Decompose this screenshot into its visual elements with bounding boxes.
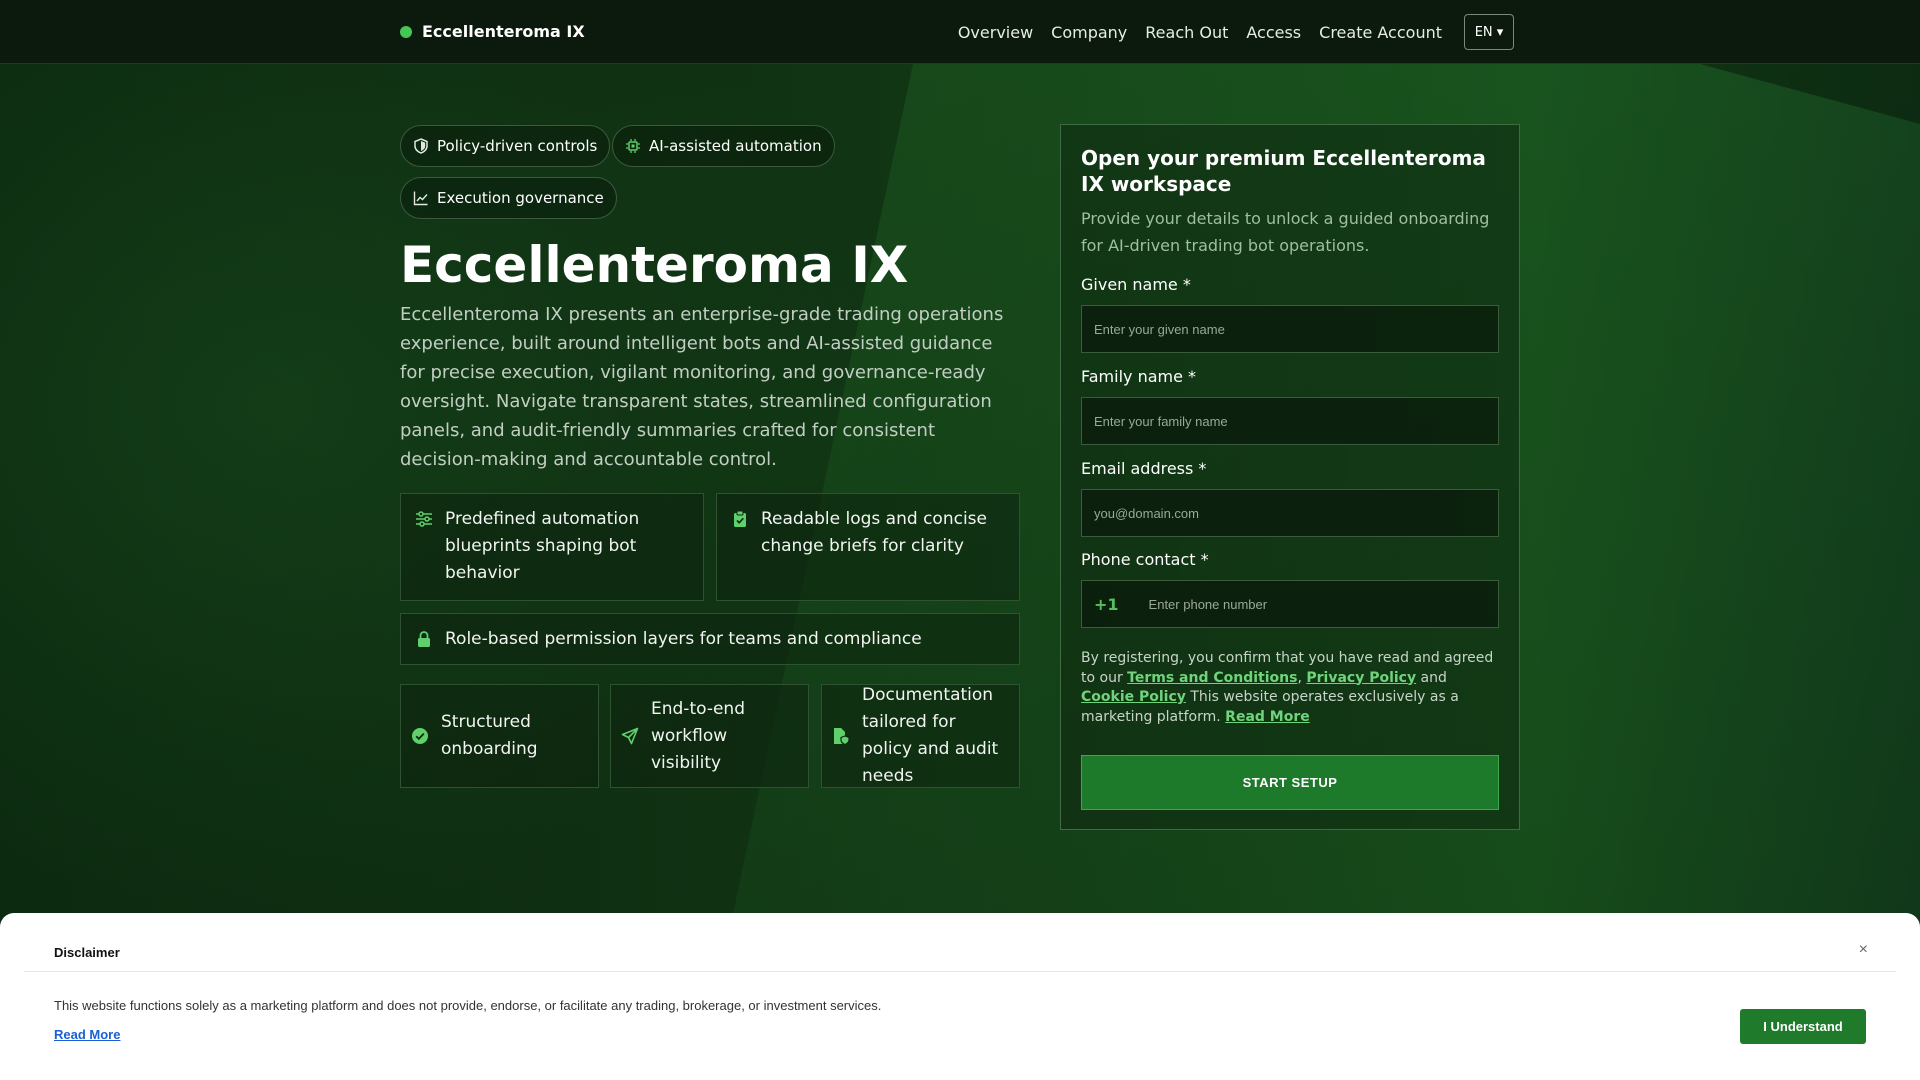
consent-and: and bbox=[1416, 669, 1447, 686]
chip-cpu-icon bbox=[626, 139, 640, 153]
brand-name: Eccellenteroma IX bbox=[422, 22, 585, 41]
mini-card-documentation: Documentation tailored for policy and au… bbox=[821, 684, 1020, 788]
chip-policy-driven: Policy-driven controls bbox=[400, 125, 611, 167]
language-selector[interactable]: EN ▾ bbox=[1464, 14, 1514, 50]
mini-card-text: Structured onboarding bbox=[441, 712, 538, 759]
family-name-label: Family name * bbox=[1081, 367, 1197, 386]
feature-card-text: Role-based permission layers for teams a… bbox=[445, 629, 922, 649]
mini-card-onboarding: Structured onboarding bbox=[400, 684, 599, 788]
shield-icon bbox=[414, 138, 428, 154]
given-name-label: Given name * bbox=[1081, 275, 1191, 294]
read-more-link[interactable]: Read More bbox=[1225, 709, 1310, 725]
nav-link-overview[interactable]: Overview bbox=[958, 23, 1033, 42]
disclaimer-title: Disclaimer bbox=[54, 945, 120, 960]
consent-text: By registering, you confirm that you hav… bbox=[1081, 649, 1501, 727]
chip-ai-automation: AI-assisted automation bbox=[612, 125, 835, 167]
privacy-link[interactable]: Privacy Policy bbox=[1306, 670, 1416, 686]
feature-card-text: Predefined automation blueprints shaping… bbox=[445, 509, 640, 583]
top-navbar: Eccellenteroma IX Overview Company Reach… bbox=[0, 0, 1920, 64]
file-shield-icon bbox=[834, 728, 850, 745]
phone-placeholder: Enter phone number bbox=[1148, 596, 1268, 612]
given-name-input[interactable]: Enter your given name bbox=[1081, 305, 1499, 353]
signup-form: Open your premium Eccellenteroma IX work… bbox=[1060, 124, 1520, 830]
family-name-input[interactable]: Enter your family name bbox=[1081, 397, 1499, 445]
phone-input[interactable]: +1 Enter phone number bbox=[1081, 580, 1499, 628]
feature-card-blueprints: Predefined automation blueprints shaping… bbox=[400, 493, 704, 601]
mini-card-text: Documentation tailored for policy and au… bbox=[862, 685, 999, 786]
phone-country-code[interactable]: +1 bbox=[1094, 595, 1119, 614]
cookie-link[interactable]: Cookie Policy bbox=[1081, 689, 1186, 705]
clipboard-check-icon bbox=[734, 510, 746, 527]
lock-icon bbox=[418, 631, 430, 647]
nav-links: Overview Company Reach Out Access Create… bbox=[958, 14, 1514, 50]
mini-card-workflow: End-to-end workflow visibility bbox=[610, 684, 809, 788]
disclaimer-banner: Disclaimer × This website functions sole… bbox=[0, 913, 1920, 1080]
brand[interactable]: Eccellenteroma IX bbox=[400, 22, 585, 41]
check-circle-icon bbox=[412, 728, 428, 744]
sliders-icon bbox=[416, 511, 432, 527]
i-understand-button[interactable]: I Understand bbox=[1740, 1009, 1866, 1044]
divider bbox=[24, 971, 1896, 972]
nav-link-create-account[interactable]: Create Account bbox=[1319, 23, 1442, 42]
email-label: Email address * bbox=[1081, 459, 1207, 478]
feature-card-text: Readable logs and concise change briefs … bbox=[761, 509, 987, 556]
nav-link-company[interactable]: Company bbox=[1051, 23, 1127, 42]
nav-link-access[interactable]: Access bbox=[1246, 23, 1301, 42]
terms-link[interactable]: Terms and Conditions bbox=[1127, 670, 1297, 686]
chip-execution-governance: Execution governance bbox=[400, 177, 617, 219]
form-subtitle: Provide your details to unlock a guided … bbox=[1081, 209, 1490, 255]
mini-card-text: End-to-end workflow visibility bbox=[651, 698, 745, 773]
feature-card-permissions: Role-based permission layers for teams a… bbox=[400, 613, 1020, 665]
brand-dot-icon bbox=[400, 25, 412, 38]
start-setup-button[interactable]: START SETUP bbox=[1081, 755, 1499, 810]
chip-label: Policy-driven controls bbox=[437, 137, 598, 155]
send-icon bbox=[621, 727, 639, 745]
disclaimer-text: This website functions solely as a marke… bbox=[54, 998, 882, 1013]
disclaimer-read-more-link[interactable]: Read More bbox=[54, 1027, 120, 1042]
chart-line-icon bbox=[413, 191, 428, 206]
form-title: Open your premium Eccellenteroma IX work… bbox=[1081, 146, 1486, 196]
close-icon[interactable]: × bbox=[1859, 941, 1868, 959]
phone-label: Phone contact * bbox=[1081, 550, 1209, 569]
nav-link-reach-out[interactable]: Reach Out bbox=[1145, 23, 1228, 42]
chip-label: Execution governance bbox=[437, 189, 604, 207]
hero-description: Eccellenteroma IX presents an enterprise… bbox=[400, 304, 1004, 470]
chip-label: AI-assisted automation bbox=[649, 137, 822, 155]
feature-card-logs: Readable logs and concise change briefs … bbox=[716, 493, 1020, 601]
email-input[interactable]: you@domain.com bbox=[1081, 489, 1499, 537]
hero-title: Eccellenteroma IX bbox=[400, 236, 909, 294]
